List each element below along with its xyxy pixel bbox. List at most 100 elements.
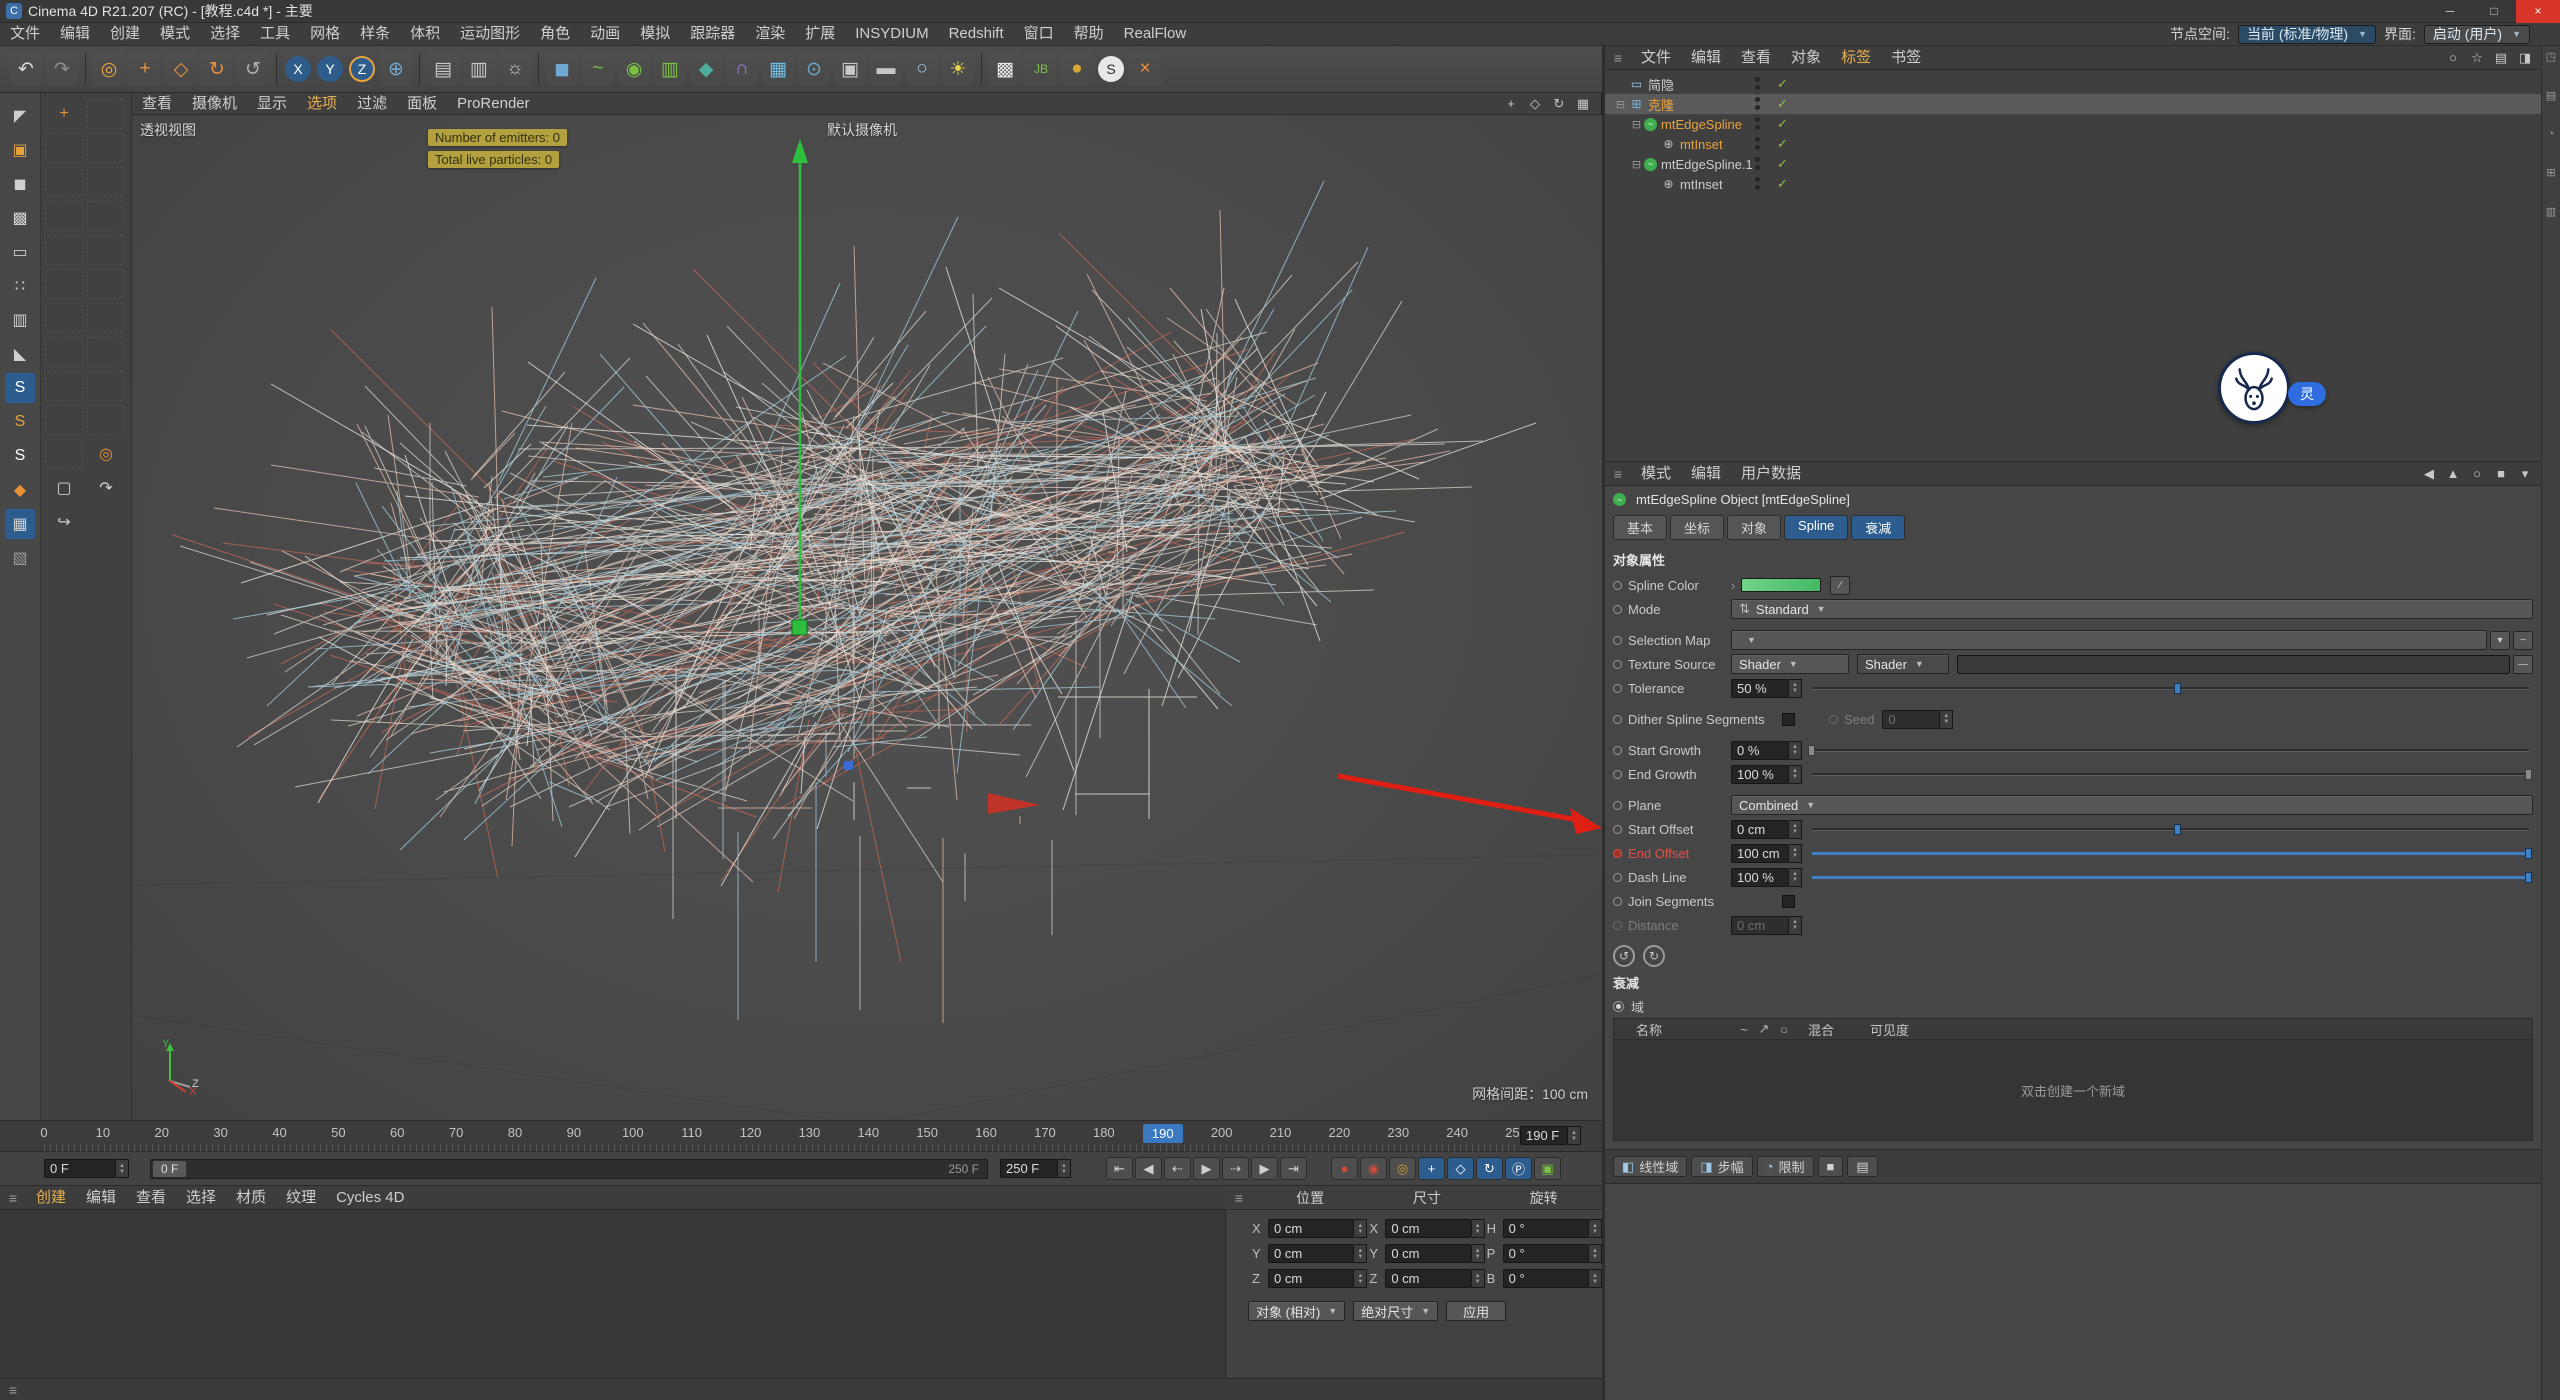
main-menu-item-9[interactable]: 运动图形	[450, 23, 530, 45]
object-menu-item-4[interactable]: 标签	[1831, 47, 1881, 69]
palette-slot-15[interactable]	[45, 371, 83, 401]
main-menu-item-18[interactable]: 窗口	[1014, 23, 1064, 45]
attribute-menu-item-0[interactable]: 模式	[1631, 463, 1681, 485]
material-menu-item-0[interactable]: 创建	[26, 1187, 76, 1209]
position-y-stepper[interactable]: ▲ ▼	[1354, 1244, 1368, 1263]
material-menu-item-3[interactable]: 选择	[176, 1187, 226, 1209]
timeline-tick-50[interactable]: 50	[318, 1125, 358, 1140]
hamburger-icon[interactable]: ≡	[1605, 466, 1631, 482]
main-menu-item-15[interactable]: 扩展	[795, 23, 845, 45]
palette-slot-17[interactable]	[45, 405, 83, 435]
palette-slot-6[interactable]	[87, 201, 125, 231]
start-offset-stepper[interactable]: ▲ ▼	[1789, 819, 1802, 839]
minimize-button[interactable]: ─	[2428, 0, 2472, 23]
last-tool-icon[interactable]: ↺	[236, 52, 270, 86]
timeline-tick-120[interactable]: 120	[731, 1125, 771, 1140]
main-menu-item-13[interactable]: 跟踪器	[680, 23, 745, 45]
expand-arrow-icon[interactable]: ›	[1731, 578, 1735, 593]
timeline-tick-20[interactable]: 20	[142, 1125, 182, 1140]
rotate-icon[interactable]: ↻	[200, 52, 234, 86]
palette-slot-13[interactable]	[45, 337, 83, 367]
material-manager-area[interactable]	[0, 1210, 1226, 1378]
main-menu-item-5[interactable]: 工具	[250, 23, 300, 45]
spline-tool-3-icon[interactable]: S	[5, 441, 35, 471]
palette-slot-14[interactable]	[87, 337, 125, 367]
position-y-input[interactable]: 0 cm	[1268, 1244, 1355, 1263]
timeline-tick-0[interactable]: 0	[24, 1125, 64, 1140]
tolerance-stepper[interactable]: ▲ ▼	[1789, 678, 1802, 698]
object-row-3[interactable]: ⊕ mtInset ✓	[1605, 134, 2541, 154]
main-menu-item-4[interactable]: 选择	[200, 23, 250, 45]
search-icon[interactable]: ○	[2465, 464, 2489, 484]
main-menu-item-10[interactable]: 角色	[530, 23, 580, 45]
scale-icon[interactable]: ◇	[164, 52, 198, 86]
shader-dropdown[interactable]: Shader ▼	[1857, 654, 1949, 674]
circle-tool-icon[interactable]: ◎	[87, 439, 125, 469]
dock-icon-2[interactable]: ▤	[2546, 89, 2556, 102]
spline-falloff-left-button[interactable]: ↺	[1613, 945, 1635, 967]
plugin-s-icon[interactable]: S	[1098, 56, 1124, 82]
dash-line-slider[interactable]	[1812, 870, 2532, 884]
palette-slot-12[interactable]	[87, 303, 125, 333]
spline-color-swatch[interactable]	[1741, 578, 1822, 592]
record-position-button[interactable]: +	[1418, 1157, 1445, 1180]
close-button[interactable]: ×	[2516, 0, 2560, 23]
undo-icon[interactable]: ↶	[9, 52, 43, 86]
range-start-handle[interactable]: 0 F	[153, 1161, 187, 1177]
field-col-visibility[interactable]: 可见度	[1864, 1020, 1954, 1039]
hamburger-icon[interactable]: ≡	[1226, 1190, 1252, 1206]
main-menu-item-6[interactable]: 网格	[300, 23, 350, 45]
search-icon[interactable]: ○	[2441, 48, 2465, 68]
end-growth-slider[interactable]	[1812, 767, 2532, 781]
position-z-input[interactable]: 0 cm	[1268, 1269, 1355, 1288]
field-col-name[interactable]: 名称	[1614, 1020, 1734, 1039]
linear-field-button[interactable]: ◧ 线性域	[1613, 1156, 1688, 1177]
viewport-menu-item-4[interactable]: 过滤	[347, 93, 397, 115]
material-menu-item-2[interactable]: 查看	[126, 1187, 176, 1209]
palette-slot-11[interactable]	[45, 303, 83, 333]
next-frame-button[interactable]: ⇢	[1222, 1157, 1249, 1180]
main-menu-item-0[interactable]: 文件	[0, 23, 50, 45]
apply-button[interactable]: 应用	[1446, 1301, 1507, 1321]
end-offset-input[interactable]: 100 cm	[1731, 843, 1789, 863]
start-offset-slider[interactable]	[1812, 822, 2529, 836]
animation-dot[interactable]	[1613, 580, 1622, 590]
parent-object-icon[interactable]: ▲	[2441, 464, 2465, 484]
render-picture-viewer-icon[interactable]: ▥	[462, 52, 496, 86]
expand-caret-icon[interactable]: ⊟	[1629, 158, 1644, 171]
end-offset-stepper[interactable]: ▲ ▼	[1789, 843, 1802, 863]
visibility-dots[interactable]	[1755, 117, 1760, 130]
rotation-p-stepper[interactable]: ▲ ▼	[1588, 1244, 1602, 1263]
selection-map-clear-button[interactable]: −	[2513, 630, 2533, 650]
shader-link-field[interactable]	[1957, 654, 2510, 674]
move-icon[interactable]: +	[128, 52, 162, 86]
pattern-tool-icon[interactable]: ▧	[5, 543, 35, 573]
timeline-tick-220[interactable]: 220	[1319, 1125, 1359, 1140]
animation-dot[interactable]	[1613, 604, 1622, 614]
timeline-tick-40[interactable]: 40	[260, 1125, 300, 1140]
split-panel-icon[interactable]: ◨	[2513, 48, 2537, 68]
viewport-menu-item-2[interactable]: 显示	[247, 93, 297, 115]
timeline-tick-190[interactable]: 190	[1142, 1124, 1183, 1143]
view-label[interactable]: 透视视图	[140, 120, 196, 140]
autokeying-button[interactable]: ◉	[1360, 1157, 1387, 1180]
lock-z-icon[interactable]: Z	[349, 56, 375, 82]
start-growth-input[interactable]: 0 %	[1731, 740, 1789, 760]
node-space-dropdown[interactable]: 当前 (标准/物理) ▼	[2237, 24, 2376, 44]
size-y-input[interactable]: 0 cm	[1385, 1244, 1472, 1263]
palette-slot-3[interactable]	[45, 167, 83, 197]
visibility-dots[interactable]	[1755, 157, 1760, 170]
viewport-menu-item-1[interactable]: 摄像机	[182, 93, 247, 115]
plugin-jb-icon[interactable]: JB	[1024, 52, 1058, 86]
hamburger-icon[interactable]: ≡	[0, 1382, 26, 1398]
palette-slot-9[interactable]	[45, 269, 83, 299]
redo-icon[interactable]: ↷	[45, 52, 79, 86]
maximize-button[interactable]: □	[2472, 0, 2516, 23]
camera-icon[interactable]: ▣	[833, 52, 867, 86]
spline-tool-2-icon[interactable]: S	[5, 407, 35, 437]
go-to-end-button[interactable]: ⇥	[1280, 1157, 1307, 1180]
palette-slot-10[interactable]	[87, 269, 125, 299]
timeline-tick-230[interactable]: 230	[1378, 1125, 1418, 1140]
viewport-menu-item-5[interactable]: 面板	[397, 93, 447, 115]
render-view-icon[interactable]: ▤	[426, 52, 460, 86]
